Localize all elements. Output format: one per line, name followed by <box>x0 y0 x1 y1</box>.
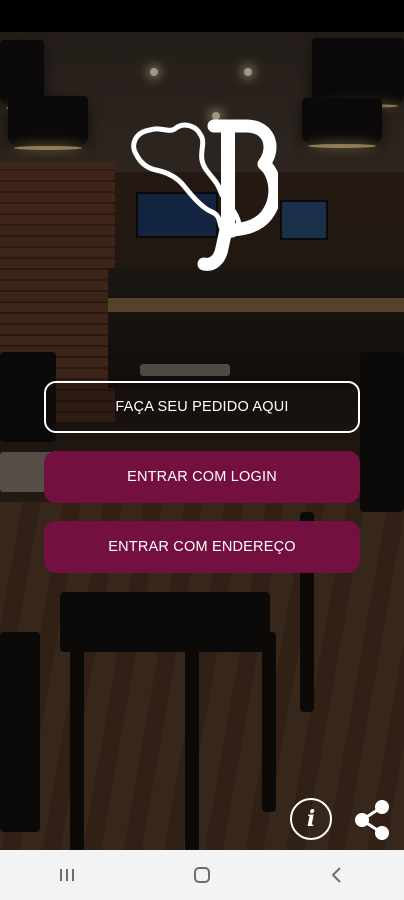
info-icon[interactable]: i <box>290 798 332 840</box>
recent-apps-icon[interactable] <box>37 850 97 900</box>
italy-map-logo <box>131 119 282 271</box>
share-icon[interactable] <box>352 798 392 842</box>
back-icon[interactable] <box>307 850 367 900</box>
order-here-label: FAÇA SEU PEDIDO AQUI <box>115 399 289 415</box>
status-bar <box>0 0 404 32</box>
brand-logo <box>126 116 282 272</box>
address-login-button[interactable]: ENTRAR COM ENDEREÇO <box>44 521 360 573</box>
home-icon[interactable] <box>172 850 232 900</box>
order-here-button[interactable]: FAÇA SEU PEDIDO AQUI <box>44 381 360 433</box>
login-button[interactable]: ENTRAR COM LOGIN <box>44 451 360 503</box>
info-glyph: i <box>306 806 316 832</box>
address-login-label: ENTRAR COM ENDEREÇO <box>108 539 296 555</box>
system-nav-bar <box>0 850 404 900</box>
login-label: ENTRAR COM LOGIN <box>127 469 277 485</box>
